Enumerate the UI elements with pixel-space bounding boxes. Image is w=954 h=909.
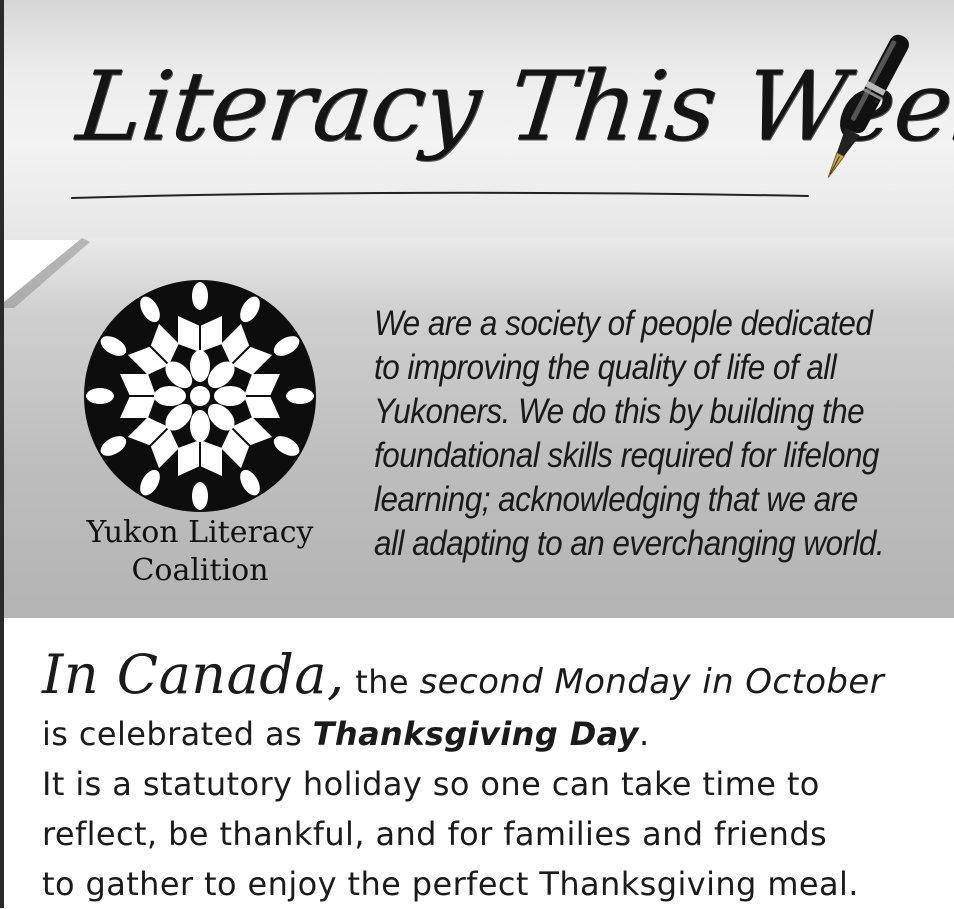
article-line-3: It is a statutory holiday so one can tak… [42,765,820,803]
org-name-line-2: Coalition [131,553,269,588]
org-name-line-1: Yukon Literacy [86,515,314,550]
article-strong: Thanksgiving Day [312,715,639,753]
article-emphasis: second Monday in October [419,662,885,702]
title-underline [71,191,809,199]
article-line-5: to gather to enjoy the perfect Thanksgiv… [42,865,859,903]
article-lead: In Canada, [42,643,345,706]
article-line-4: reflect, be thankful, and for families a… [42,815,828,853]
mission-line: all adapting to an everchanging world. [374,524,885,563]
hands-books-mandala-logo [84,280,316,512]
article-line-1: In Canada, the second Monday in October [42,640,942,717]
mission-line: We are a society of people dedicated [374,304,873,343]
panel-corner-fold [4,238,90,308]
article-text: is celebrated as [42,715,313,753]
mission-line: Yukoners. We do this by building the [374,392,865,431]
mission-statement: We are a society of people dedicated to … [374,302,896,566]
fountain-pen-icon [827,34,909,178]
article-body: In Canada, the second Monday in October … [42,640,942,909]
article-text: the [344,663,420,701]
mission-line: learning; acknowledging that we are [374,480,858,519]
mission-line: to improving the quality of life of all [374,348,837,387]
article-text: . [638,715,650,753]
mission-line: foundational skills required for lifelon… [374,436,879,475]
organization-name: Yukon Literacy Coalition [60,514,340,590]
